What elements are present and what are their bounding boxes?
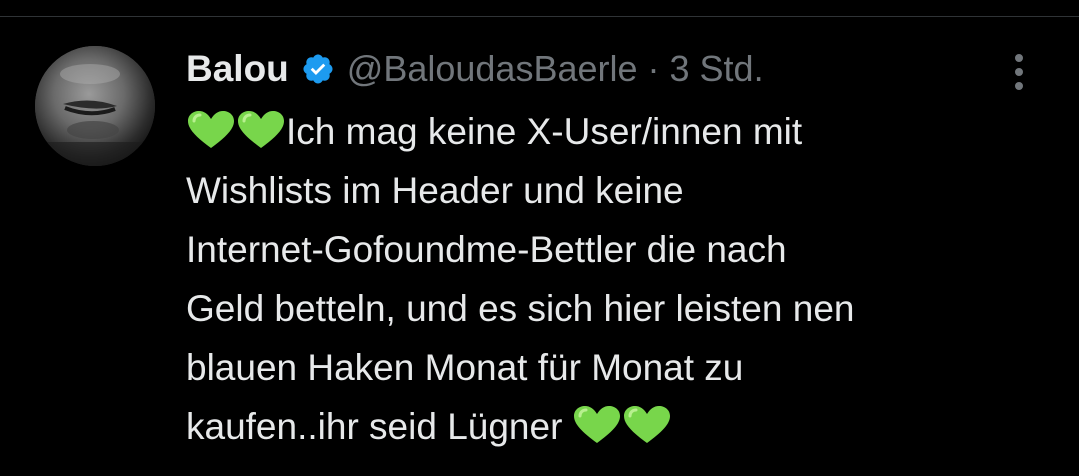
green-heart-icon xyxy=(186,110,236,150)
tweet-header: Balou @BaloudasBaerle · 3 Std. xyxy=(186,44,764,94)
author-name[interactable]: Balou xyxy=(186,48,289,90)
tweet-line-text: Ich mag keine X-User/innen mit xyxy=(286,111,803,152)
tweet-line: Ich mag keine X-User/innen mit xyxy=(186,102,1066,161)
avatar[interactable] xyxy=(35,46,155,166)
tweet-line-text: kaufen..ihr seid Lügner xyxy=(186,406,563,447)
trailing-hearts xyxy=(572,406,672,447)
tweet-body: Ich mag keine X-User/innen mit Wishlists… xyxy=(186,102,1066,456)
green-heart-icon xyxy=(572,405,622,445)
verified-badge-icon[interactable] xyxy=(301,52,335,86)
tweet-line: kaufen..ihr seid Lügner xyxy=(186,397,1066,456)
top-divider xyxy=(0,16,1079,17)
tweet-timestamp[interactable]: 3 Std. xyxy=(670,48,764,90)
header-separator: · xyxy=(647,48,660,89)
green-heart-icon xyxy=(622,405,672,445)
tweet-line: blauen Haken Monat für Monat zu xyxy=(186,347,744,388)
tweet-line: Wishlists im Header und keine xyxy=(186,170,684,211)
green-heart-icon xyxy=(236,110,286,150)
author-handle[interactable]: @BaloudasBaerle xyxy=(347,48,638,90)
tweet-line: Geld betteln, und es sich hier leisten n… xyxy=(186,288,855,329)
more-options-icon[interactable] xyxy=(1004,50,1034,94)
avatar-image xyxy=(35,46,155,166)
tweet-line: Internet-Gofoundme-Bettler die nach xyxy=(186,229,787,270)
